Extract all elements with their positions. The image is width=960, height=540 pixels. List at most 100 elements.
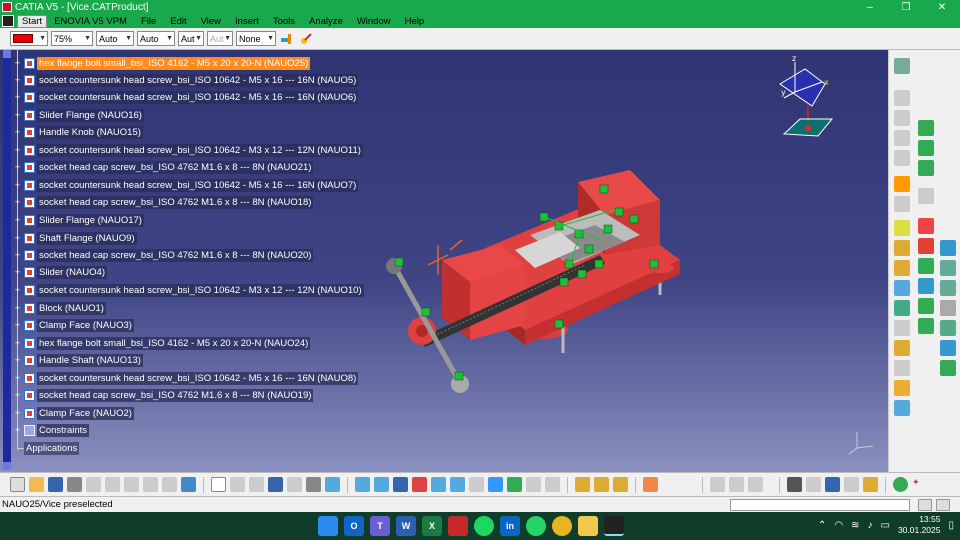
spotify-icon[interactable] xyxy=(474,516,494,536)
snap-icon[interactable] xyxy=(894,196,910,212)
line-type-combo[interactable]: Auto ▼ xyxy=(137,31,175,46)
tree-node-nauo1[interactable]: + Block (NAUO1) xyxy=(14,301,106,316)
print-icon[interactable] xyxy=(67,477,82,492)
graphic-properties-wizard-icon[interactable] xyxy=(298,31,314,47)
tree-node-applications[interactable]: Applications xyxy=(18,441,80,456)
weight-icon[interactable] xyxy=(844,477,859,492)
catalog-browser-icon[interactable] xyxy=(894,58,910,74)
teams-icon[interactable]: T xyxy=(370,516,390,536)
whatsapp-icon[interactable] xyxy=(526,516,546,536)
tree-node-nauo3[interactable]: + Clamp Face (NAUO3) xyxy=(14,318,134,333)
menu-edit[interactable]: Edit xyxy=(163,16,193,27)
close-button[interactable]: ✕ xyxy=(924,0,960,14)
volume-icon[interactable]: ♪ xyxy=(867,520,872,531)
fix-component-icon[interactable] xyxy=(894,300,910,316)
pdf-icon[interactable] xyxy=(448,516,468,536)
tree-node-nauo21[interactable]: + socket head cap screw_bsi_ISO 4762 M1.6… xyxy=(14,160,314,175)
distance-icon[interactable] xyxy=(894,380,910,396)
copy-icon[interactable] xyxy=(105,477,120,492)
pocket-icon[interactable] xyxy=(940,280,956,296)
update-icon[interactable] xyxy=(940,360,956,376)
transformation-icon[interactable] xyxy=(710,477,725,492)
quick-constraint-icon[interactable] xyxy=(918,258,934,274)
analysis-icon[interactable] xyxy=(287,477,302,492)
clash-icon[interactable] xyxy=(894,260,910,276)
tree-node-nauo7[interactable]: + socket countersunk head screw_bsi_ISO 1… xyxy=(14,178,359,193)
split-icon[interactable] xyxy=(940,320,956,336)
tree-node-constraints[interactable]: + Constraints xyxy=(14,423,90,438)
menu-analyze[interactable]: Analyze xyxy=(302,16,350,27)
pan-icon[interactable] xyxy=(393,477,408,492)
weld-icon[interactable] xyxy=(863,477,878,492)
coincidence-constraint-icon[interactable] xyxy=(918,120,934,136)
clock[interactable]: 13:55 30.01.2025 xyxy=(898,514,941,536)
menu-file[interactable]: File xyxy=(134,16,163,27)
rotate-icon[interactable] xyxy=(412,477,427,492)
hole-icon[interactable] xyxy=(940,300,956,316)
notification-icon[interactable]: ▯ xyxy=(948,520,954,531)
3d-viewport[interactable]: + hex flange bolt small_bsi_ISO 4162 - M5… xyxy=(0,50,888,472)
tree-node-nauo13[interactable]: + Handle Shaft (NAUO13) xyxy=(14,353,143,368)
status-button-right[interactable] xyxy=(936,499,950,511)
paste-icon[interactable] xyxy=(124,477,139,492)
symmetry-icon[interactable] xyxy=(940,340,956,356)
chrome-icon[interactable] xyxy=(552,516,572,536)
menu-insert[interactable]: Insert xyxy=(228,16,266,27)
tree-node-nauo17[interactable]: + Slider Flange (NAUO17) xyxy=(14,213,144,228)
menu-tools[interactable]: Tools xyxy=(266,16,302,27)
new-icon[interactable] xyxy=(10,477,25,492)
command-input[interactable] xyxy=(730,499,910,511)
measure-item-icon[interactable] xyxy=(594,477,609,492)
menu-enovia[interactable]: ENOVIA V5 VPM xyxy=(47,16,134,27)
windows-start-icon[interactable] xyxy=(318,516,338,536)
product-structure-icon[interactable] xyxy=(894,90,910,106)
replace-component-icon[interactable] xyxy=(894,150,910,166)
tree-node-nauo11[interactable]: + socket countersunk head screw_bsi_ISO 1… xyxy=(14,143,363,158)
tree-node-nauo18[interactable]: + socket head cap screw_bsi_ISO 4762 M1.6… xyxy=(14,195,314,210)
shading-icon[interactable] xyxy=(507,477,522,492)
measure-between-icon[interactable] xyxy=(575,477,590,492)
network-icon[interactable]: ◠ xyxy=(834,520,843,531)
grid-icon[interactable] xyxy=(643,477,658,492)
fit-all-icon[interactable] xyxy=(374,477,389,492)
menu-start[interactable]: Start xyxy=(17,14,48,28)
scroll-up-arrow[interactable] xyxy=(3,50,11,58)
contact-constraint-icon[interactable] xyxy=(918,140,934,156)
tree-node-nauo4[interactable]: + Slider (NAUO4) xyxy=(14,265,107,280)
measure-icon[interactable] xyxy=(894,340,910,356)
measure-inertia-icon[interactable] xyxy=(613,477,628,492)
menu-window[interactable]: Window xyxy=(350,16,398,27)
reuse-pattern-icon[interactable] xyxy=(918,318,934,334)
tree-node-nauo8[interactable]: + socket countersunk head screw_bsi_ISO 1… xyxy=(14,371,359,386)
formula-icon[interactable] xyxy=(211,477,226,492)
flexible-subassembly-icon[interactable] xyxy=(918,278,934,294)
catalog-icon[interactable] xyxy=(325,477,340,492)
manipulate-icon[interactable] xyxy=(894,176,910,192)
fix-together-icon[interactable] xyxy=(918,238,934,254)
knowledge-icon[interactable] xyxy=(249,477,264,492)
line-thickness-combo[interactable]: Auto ▼ xyxy=(96,31,134,46)
swap-space-icon[interactable] xyxy=(545,477,560,492)
zoom-in-icon[interactable] xyxy=(431,477,446,492)
cut-icon[interactable] xyxy=(86,477,101,492)
change-constraint-icon[interactable] xyxy=(918,298,934,314)
capture-icon[interactable] xyxy=(806,477,821,492)
undo-icon[interactable] xyxy=(143,477,158,492)
excel-icon[interactable]: X xyxy=(422,516,442,536)
layer-combo[interactable]: None ▼ xyxy=(236,31,276,46)
comment-icon[interactable] xyxy=(230,477,245,492)
normal-view-icon[interactable] xyxy=(469,477,484,492)
color-combo[interactable]: ▼ xyxy=(10,31,48,46)
exploded-view-icon[interactable] xyxy=(825,477,840,492)
sketch-icon[interactable] xyxy=(940,240,956,256)
tree-node-nauo5[interactable]: + socket countersunk head screw_bsi_ISO 1… xyxy=(14,73,359,88)
angle-constraint-icon[interactable] xyxy=(918,188,934,204)
zoom-out-icon[interactable] xyxy=(450,477,465,492)
iso-view-icon[interactable] xyxy=(488,477,503,492)
catia-status-icon[interactable] xyxy=(893,477,908,492)
hide-show-icon[interactable] xyxy=(526,477,541,492)
minimize-button[interactable]: – xyxy=(852,0,888,14)
start-menu-icon[interactable] xyxy=(2,15,14,27)
scroll-down-arrow[interactable] xyxy=(3,462,11,470)
section-icon[interactable] xyxy=(894,360,910,376)
